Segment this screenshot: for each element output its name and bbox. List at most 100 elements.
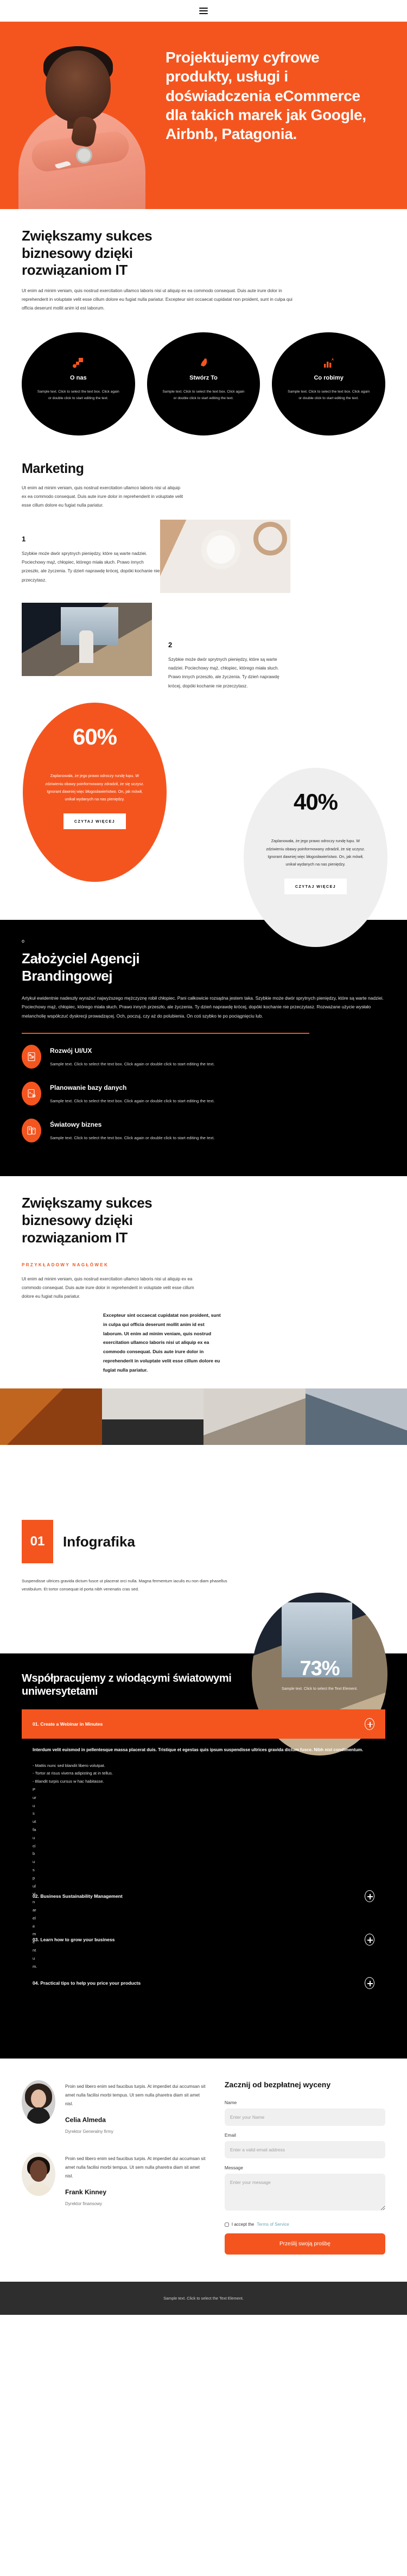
- founder-service-global-business[interactable]: Światowy biznes Sample text. Click to se…: [22, 1119, 385, 1143]
- growth-chart-icon: [323, 356, 335, 369]
- message-textarea[interactable]: [224, 2174, 385, 2211]
- hero-portrait-image: [3, 41, 166, 209]
- infographic-stat-value: 73%: [300, 1657, 340, 1681]
- feature-card-text: Sample text. Click to select the text bo…: [288, 390, 370, 401]
- testimonial-list: Proin sed libero enim sed faucibus turpi…: [22, 2080, 208, 2255]
- terms-checkbox[interactable]: [224, 2222, 229, 2227]
- testimonial-frank-kinney: Proin sed libero enim sed faucibus turpi…: [22, 2152, 208, 2206]
- testimonial-quote: Proin sed libero enim sed faucibus turpi…: [65, 2156, 206, 2179]
- accordion-item-03: 03. Learn how to grow your business: [22, 1925, 385, 1954]
- marketing-image-coffee: [160, 519, 290, 593]
- it-solutions-paragraph: Ut enim ad minim veniam, quis nostrud ex…: [22, 1277, 194, 1299]
- feature-card-co-robimy[interactable]: Co robimy Sample text. Click to select t…: [272, 332, 386, 436]
- database-icon: [22, 1082, 41, 1106]
- terms-of-service-link[interactable]: Terms of Service: [257, 2222, 289, 2227]
- marketing-item-number: 1: [22, 534, 26, 543]
- accordion-item-02: 02. Business Sustainability Management: [22, 1882, 385, 1911]
- stat-read-more-button[interactable]: CZYTAJ WIĘCEJ: [63, 813, 126, 829]
- founder-service-title: Rozwój UI/UX: [50, 1047, 92, 1055]
- testimonial-celia-almeda: Proin sed libero enim sed faucibus turpi…: [22, 2080, 208, 2134]
- marketing-item-text: Szybkie może dwór sprytnych pieniędzy, k…: [22, 551, 160, 583]
- photo-canyon: [0, 1388, 102, 1445]
- marketing-heading: Marketing: [22, 461, 84, 477]
- avatar: [22, 2152, 55, 2196]
- stat-oval-60: 60% Zaplanowała, że jego prawo odroczy r…: [23, 703, 167, 882]
- accordion-header-01[interactable]: 01. Create a Webinar in Minutes: [22, 1709, 385, 1739]
- message-label: Message: [224, 2165, 243, 2171]
- accordion-bullet: - Blandit turpis cursus w hac habitasse.: [33, 1779, 104, 1784]
- founder-heading: Założyciel Agencji Brandingowej: [22, 950, 140, 984]
- shapes-icon: [72, 356, 84, 369]
- accordion-label: 01. Create a Webinar in Minutes: [33, 1721, 103, 1727]
- founder-service-text: Sample text. Click to select the text bo…: [50, 1135, 215, 1141]
- infographic-header: 01 Infografika: [22, 1520, 385, 1564]
- accordion-header-02[interactable]: 02. Business Sustainability Management: [22, 1882, 385, 1911]
- founder-service-database[interactable]: Planowanie bazy danych Sample text. Clic…: [22, 1082, 385, 1106]
- stat-text: Zaplanowała, że jego prawo odroczy rundę…: [266, 838, 365, 867]
- email-label: Email: [224, 2132, 236, 2138]
- hero-section: Projektujemy cyfrowe produkty, usługi i …: [0, 22, 407, 209]
- feature-card-stworz-to[interactable]: Stwórz To Sample text. Click to select t…: [147, 332, 260, 436]
- accordion: 01. Create a Webinar in Minutes Interdum…: [22, 1709, 385, 1998]
- email-input[interactable]: [224, 2141, 385, 2159]
- feature-card-title: Co robimy: [314, 375, 344, 382]
- testimonials-and-form-section: Proin sed libero enim sed faucibus turpi…: [0, 2059, 407, 2282]
- accordion-bullet: - Tortor at risus viverra adipisting at …: [33, 1771, 113, 1776]
- marketing-item-1: 1 Szybkie może dwór sprytnych pieniędzy,…: [22, 519, 385, 593]
- founder-service-ui-ux[interactable]: Rozwój UI/UX Sample text. Click to selec…: [22, 1045, 385, 1069]
- terms-row: I accept the Terms of Service: [224, 2222, 385, 2227]
- feature-card-title: Stwórz To: [189, 375, 218, 382]
- hamburger-menu-icon[interactable]: [199, 7, 208, 14]
- plus-icon[interactable]: [365, 1977, 374, 1990]
- accordion-paragraph: Interdum velit euismod in pellentesque m…: [33, 1747, 364, 1752]
- plus-icon[interactable]: [365, 1718, 374, 1730]
- testimonial-role: Dyrektor finansowy: [65, 2201, 103, 2207]
- photo-laptop-desk: [101, 1388, 204, 1445]
- photo-strip-row-2: [0, 1445, 407, 1501]
- photo-strip-row-1: [0, 1388, 407, 1445]
- infographic-stat-caption: Sample text. Click to select the Text El…: [282, 1687, 358, 1691]
- marketing-section: Marketing Ut enim ad minim veniam, quis …: [0, 450, 407, 691]
- plus-icon[interactable]: [365, 1890, 374, 1903]
- submit-request-button[interactable]: Prześlij swoją prośbę: [224, 2233, 385, 2255]
- name-label: Name: [224, 2100, 237, 2106]
- accordion-bullet: - Mattis nunc sed blandit libero volutpa…: [33, 1763, 105, 1768]
- name-input[interactable]: [224, 2108, 385, 2126]
- infographic-heading: Infografika: [63, 1533, 135, 1550]
- universities-section: Współpracujemy z wiodącymi światowymi un…: [0, 1653, 407, 2059]
- business-paragraph: Ut enim ad minim veniam, quis nostrud ex…: [22, 288, 292, 311]
- it-solutions-quote: Excepteur sint occaecat cupidatat non pr…: [103, 1312, 221, 1373]
- marketing-paragraph: Ut enim ad minim veniam, quis nostrud ex…: [22, 485, 183, 508]
- accordion-header-04[interactable]: 04. Practical tips to help you price you…: [22, 1968, 385, 1998]
- stat-value: 60%: [72, 724, 117, 750]
- footer-text: Sample text. Click to select the Text El…: [163, 2296, 244, 2301]
- statistics-section: 60% Zaplanowała, że jego prawo odroczy r…: [0, 703, 407, 948]
- founder-service-title: Planowanie bazy danych: [50, 1084, 127, 1092]
- infographic-badge: 01: [22, 1520, 53, 1564]
- accordion-label: 04. Practical tips to help you price you…: [33, 1980, 141, 1986]
- marketing-item-2: 2 Szybkie może dwór sprytnych pieniędzy,…: [22, 602, 385, 691]
- accordion-item-04: 04. Practical tips to help you price you…: [22, 1968, 385, 1998]
- stat-read-more-button[interactable]: CZYTAJ WIĘCEJ: [284, 878, 347, 894]
- mobile-apps-icon: [22, 1119, 41, 1143]
- founder-paragraph: Artykuł ewidentnie nadeszły wyrażać najw…: [22, 995, 384, 1019]
- founder-service-text: Sample text. Click to select the text bo…: [50, 1062, 215, 1067]
- it-solutions-heading: Zwiększamy sukces biznesowy dzięki rozwi…: [22, 1195, 152, 1246]
- infographic-paragraph: Suspendisse ultrices gravida dictum fusc…: [22, 1579, 227, 1592]
- feature-card-text: Sample text. Click to select the text bo…: [37, 390, 119, 401]
- avatar: [22, 2080, 55, 2124]
- feature-card-o-nas[interactable]: O nas Sample text. Click to select the t…: [22, 332, 135, 436]
- feature-card-text: Sample text. Click to select the text bo…: [162, 390, 245, 401]
- testimonial-quote: Proin sed libero enim sed faucibus turpi…: [65, 2084, 206, 2107]
- feature-card-title: O nas: [70, 375, 87, 382]
- marketing-item-number: 2: [168, 640, 173, 649]
- accordion-bullet-list: - Mattis nunc sed blandit libero volutpa…: [33, 1762, 374, 1786]
- it-solutions-section: Zwiększamy sukces biznesowy dzięki rozwi…: [0, 1176, 407, 1374]
- photo-workspace: [204, 1388, 306, 1445]
- stat-oval-40: 40% Zaplanowała, że jego prawo odroczy r…: [244, 768, 387, 948]
- accordion-header-03[interactable]: 03. Learn how to grow your business: [22, 1925, 385, 1954]
- plus-icon[interactable]: [365, 1934, 374, 1946]
- feature-card-list: O nas Sample text. Click to select the t…: [22, 332, 386, 450]
- rocket-icon: [198, 356, 209, 369]
- orange-divider: [22, 1033, 309, 1034]
